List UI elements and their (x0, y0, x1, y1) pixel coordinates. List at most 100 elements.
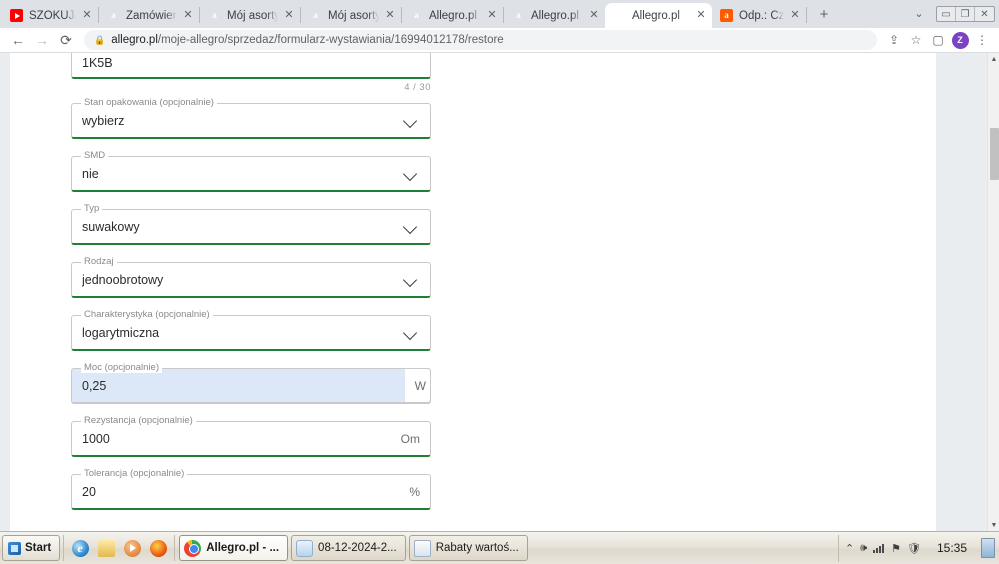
bookmark-star-icon[interactable]: ☆ (905, 29, 927, 51)
tab-search-chevron-down-icon[interactable]: ⌄ (906, 0, 932, 26)
profile-avatar[interactable]: Z (949, 29, 971, 51)
tab-divider (806, 7, 807, 23)
tab-moj-asortyment-1[interactable]: a Mój asorty ✕ (200, 3, 300, 28)
rezystancja-value: 1000 (82, 431, 110, 446)
signal-bars-icon[interactable] (873, 543, 885, 553)
symbol-value: 1K5B (82, 55, 113, 70)
tab-title: Allegro.pl (531, 9, 579, 22)
avatar-initial: Z (951, 31, 969, 49)
close-icon[interactable]: ✕ (383, 9, 397, 23)
tab-moj-asortyment-2[interactable]: a Mój asorty ✕ (301, 3, 401, 28)
field-symbol: Symbol 1K5B 4 / 30 (71, 53, 431, 93)
tolerancja-value: 20 (82, 484, 96, 499)
back-arrow-icon[interactable]: ← (6, 29, 30, 51)
close-window-button[interactable]: ✕ (975, 7, 994, 21)
chevron-down-icon[interactable] (404, 167, 418, 181)
field-rezystancja: Rezystancja (opcjonalnie) 1000 Om (71, 416, 431, 457)
share-icon[interactable]: ⇪ (883, 29, 905, 51)
close-icon[interactable]: ✕ (587, 9, 601, 23)
scrollbar-thumb[interactable] (989, 128, 999, 180)
signal-bars-glyph (873, 543, 885, 553)
folder-icon (97, 539, 115, 557)
moc-value: 0,25 (82, 378, 107, 393)
quicklaunch-internet-explorer[interactable] (67, 536, 93, 560)
shield-alert-icon[interactable]: 🛡 (907, 542, 921, 555)
chevron-down-icon[interactable] (404, 220, 418, 234)
tab-allegro-active[interactable]: a Allegro.pl ✕ (605, 3, 712, 28)
quicklaunch-firefox[interactable] (145, 536, 171, 560)
smd-value: nie (82, 166, 99, 181)
minimize-button[interactable]: ▭ (937, 7, 956, 21)
side-panel-icon[interactable]: ▢ (927, 29, 949, 51)
chevron-down-icon[interactable] (404, 114, 418, 128)
scroll-down-arrow-icon[interactable]: ▼ (988, 519, 999, 531)
rezystancja-unit: Om (400, 431, 420, 446)
tolerancja-input-wrapper[interactable]: Tolerancja (opcjonalnie) 20 % (71, 469, 431, 510)
close-icon[interactable]: ✕ (788, 9, 802, 23)
stan-opakowania-label: Stan opakowania (opcjonalnie) (81, 98, 217, 108)
charakterystyka-value: logarytmiczna (82, 325, 160, 340)
show-desktop-button[interactable] (981, 538, 995, 558)
close-icon[interactable]: ✕ (282, 9, 296, 23)
rodzaj-select[interactable]: Rodzaj jednoobrotowy (71, 257, 431, 298)
browser-toolbar: ← → ⟳ 🔒 allegro.pl /moje-allegro/sprzeda… (0, 28, 999, 53)
allegro-icon: a (111, 10, 116, 20)
typ-select[interactable]: Typ suwakowy (71, 204, 431, 245)
firefox-icon (149, 539, 167, 557)
new-tab-button[interactable]: + (811, 1, 837, 27)
url-path: /moje-allegro/sprzedaz/formularz-wystawi… (157, 34, 504, 46)
address-bar[interactable]: 🔒 allegro.pl /moje-allegro/sprzedaz/form… (84, 30, 877, 50)
close-icon[interactable]: ✕ (181, 9, 195, 23)
quicklaunch-media-player[interactable] (119, 536, 145, 560)
flag-warning-icon[interactable]: ⚑ (891, 542, 901, 555)
tab-szokujac[interactable]: SZOKUJĄC ✕ (2, 3, 98, 28)
field-rodzaj: Rodzaj jednoobrotowy (71, 257, 431, 298)
maximize-button[interactable]: ❐ (956, 7, 975, 21)
rodzaj-value: jednoobrotowy (82, 272, 164, 287)
moc-input-wrapper[interactable]: Moc (opcjonalnie) 0,25 W (71, 363, 431, 404)
reload-icon[interactable]: ⟳ (54, 29, 78, 51)
youtube-icon (10, 9, 23, 22)
field-charakterystyka: Charakterystyka (opcjonalnie) logarytmic… (71, 310, 431, 351)
stan-opakowania-value: wybierz (82, 113, 125, 128)
tab-strip: SZOKUJĄC ✕ a Zamówieni ✕ a Mój asorty ✕ … (0, 0, 999, 28)
start-button[interactable]: Start (2, 535, 61, 561)
taskbar-window-notepad[interactable]: Rabaty wartoś... (408, 535, 528, 561)
allegro-square-icon: a (720, 9, 733, 22)
charakterystyka-label: Charakterystyka (opcjonalnie) (81, 310, 213, 320)
tab-title: Allegro.pl (632, 9, 680, 22)
chevron-up-icon[interactable]: ⌃ (845, 542, 854, 555)
allegro-icon: a (414, 10, 419, 20)
charakterystyka-select[interactable]: Charakterystyka (opcjonalnie) logarytmic… (71, 310, 431, 351)
stan-opakowania-select[interactable]: Stan opakowania (opcjonalnie) wybierz (71, 98, 431, 139)
speaker-icon[interactable]: 🕪 (860, 542, 867, 555)
tab-odp-czy[interactable]: a Odp.: Czy ✕ (712, 3, 806, 28)
taskbar-window-title: 08-12-2024-2... (318, 542, 397, 554)
page-scrollbar[interactable]: ▲ ▼ (987, 53, 999, 531)
taskbar-window-title: Rabaty wartoś... (435, 542, 519, 554)
clock[interactable]: 15:35 (927, 541, 973, 555)
tab-allegro-1[interactable]: a Allegro.pl ✕ (402, 3, 503, 28)
field-moc: Moc (opcjonalnie) 0,25 W (71, 363, 431, 404)
chevron-down-icon[interactable] (404, 273, 418, 287)
tolerancja-label: Tolerancja (opcjonalnie) (81, 469, 188, 479)
tab-zamowienia[interactable]: a Zamówieni ✕ (99, 3, 199, 28)
close-icon[interactable]: ✕ (80, 9, 94, 23)
media-icon (123, 539, 141, 557)
smd-select[interactable]: SMD nie (71, 151, 431, 192)
taskbar-window-chrome[interactable]: Allegro.pl - ... (179, 535, 289, 561)
forward-arrow-icon[interactable]: → (30, 29, 54, 51)
rezystancja-input-wrapper[interactable]: Rezystancja (opcjonalnie) 1000 Om (71, 416, 431, 457)
symbol-input-wrapper[interactable]: Symbol 1K5B (71, 53, 431, 79)
field-next-partial: Wymiary produktu (opcjonalnie) (71, 524, 431, 531)
taskbar-window-paint[interactable]: 08-12-2024-2... (291, 535, 406, 561)
tab-allegro-2[interactable]: a Allegro.pl ✕ (504, 3, 605, 28)
product-parameters-form: Symbol 1K5B 4 / 30 Stan opakowania (opcj… (71, 53, 431, 531)
close-icon[interactable]: ✕ (694, 9, 708, 23)
chrome-menu-icon[interactable]: ⋮ (971, 29, 993, 51)
scroll-up-arrow-icon[interactable]: ▲ (988, 53, 999, 65)
ie-icon (71, 539, 89, 557)
close-icon[interactable]: ✕ (485, 9, 499, 23)
quicklaunch-windows-explorer[interactable] (93, 536, 119, 560)
chevron-down-icon[interactable] (404, 326, 418, 340)
